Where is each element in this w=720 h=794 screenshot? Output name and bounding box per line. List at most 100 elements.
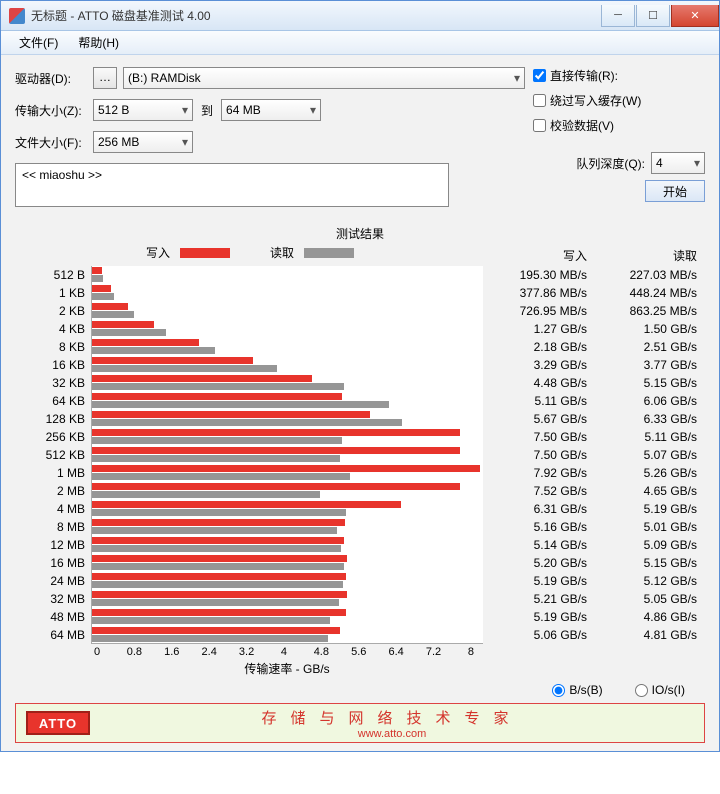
read-value: 5.05 GB/s <box>595 590 697 608</box>
bar-row <box>92 554 483 572</box>
write-value: 5.21 GB/s <box>485 590 587 608</box>
legend-read: 读取 <box>270 244 354 261</box>
read-value: 5.12 GB/s <box>595 572 697 590</box>
read-bar <box>92 563 344 570</box>
write-bar <box>92 303 128 310</box>
read-value: 4.65 GB/s <box>595 482 697 500</box>
read-value: 863.25 MB/s <box>595 302 697 320</box>
menu-help[interactable]: 帮助(H) <box>68 32 129 53</box>
radio-bytes[interactable]: B/s(B) <box>552 683 602 697</box>
legend-write: 写入 <box>146 244 230 261</box>
write-value: 5.20 GB/s <box>485 554 587 572</box>
read-bar <box>92 401 389 408</box>
close-button[interactable]: ✕ <box>671 5 719 27</box>
y-label: 48 MB <box>15 608 89 626</box>
read-value: 5.19 GB/s <box>595 500 697 518</box>
bypass-cache-checkbox[interactable]: 绕过写入缓存(W) <box>533 92 705 109</box>
drive-label: 驱动器(D): <box>15 70 93 87</box>
read-value: 5.26 GB/s <box>595 464 697 482</box>
write-bar <box>92 465 480 472</box>
bar-row <box>92 572 483 590</box>
bar-row <box>92 302 483 320</box>
bar-row <box>92 536 483 554</box>
bar-row <box>92 428 483 446</box>
bar-row <box>92 626 483 644</box>
read-value: 5.11 GB/s <box>595 428 697 446</box>
footer-url: www.atto.com <box>90 728 694 740</box>
y-label: 4 MB <box>15 500 89 518</box>
write-value: 5.11 GB/s <box>485 392 587 410</box>
write-bar <box>92 627 340 634</box>
write-value: 7.50 GB/s <box>485 428 587 446</box>
bar-row <box>92 266 483 284</box>
write-bar <box>92 357 253 364</box>
write-value: 3.29 GB/s <box>485 356 587 374</box>
bar-row <box>92 392 483 410</box>
read-value: 1.50 GB/s <box>595 320 697 338</box>
read-bar <box>92 311 134 318</box>
xfer-from-select[interactable]: 512 B <box>93 99 193 121</box>
read-value: 5.01 GB/s <box>595 518 697 536</box>
read-value: 4.86 GB/s <box>595 608 697 626</box>
y-label: 512 B <box>15 266 89 284</box>
write-value: 4.48 GB/s <box>485 374 587 392</box>
menu-file[interactable]: 文件(F) <box>9 32 68 53</box>
write-bar <box>92 519 345 526</box>
filesize-select[interactable]: 256 MB <box>93 131 193 153</box>
write-value: 377.86 MB/s <box>485 284 587 302</box>
write-value: 5.06 GB/s <box>485 626 587 644</box>
bar-row <box>92 500 483 518</box>
read-bar <box>92 473 350 480</box>
bar-row <box>92 608 483 626</box>
bar-row <box>92 284 483 302</box>
window-title: 无标题 - ATTO 磁盘基准测试 4.00 <box>31 7 600 24</box>
bar-row <box>92 320 483 338</box>
direct-io-checkbox[interactable]: 直接传输(R): <box>533 67 705 84</box>
read-bar <box>92 491 320 498</box>
footer-slogan: 存储与网络技术专家 <box>90 707 694 728</box>
write-bar <box>92 609 346 616</box>
queue-depth-select[interactable]: 4 <box>651 152 705 174</box>
description-textarea[interactable] <box>15 163 449 207</box>
radio-ios[interactable]: IO/s(I) <box>635 683 685 697</box>
atto-logo: ATTO <box>26 711 90 735</box>
xfer-label: 传输大小(Z): <box>15 102 93 119</box>
write-value: 5.14 GB/s <box>485 536 587 554</box>
xfer-to-select[interactable]: 64 MB <box>221 99 321 121</box>
y-label: 24 MB <box>15 572 89 590</box>
verify-data-checkbox[interactable]: 校验数据(V) <box>533 117 705 134</box>
y-label: 2 MB <box>15 482 89 500</box>
bar-row <box>92 518 483 536</box>
minimize-button[interactable]: ─ <box>601 5 635 27</box>
write-bar <box>92 573 346 580</box>
y-label: 32 KB <box>15 374 89 392</box>
y-label: 8 KB <box>15 338 89 356</box>
y-label: 16 MB <box>15 554 89 572</box>
read-value: 5.09 GB/s <box>595 536 697 554</box>
read-bar <box>92 329 166 336</box>
col-write-header: 写入 <box>485 247 595 264</box>
start-button[interactable]: 开始 <box>645 180 705 202</box>
y-label: 4 KB <box>15 320 89 338</box>
y-label: 16 KB <box>15 356 89 374</box>
bar-row <box>92 338 483 356</box>
titlebar[interactable]: 无标题 - ATTO 磁盘基准测试 4.00 ─ ☐ ✕ <box>1 1 719 31</box>
y-label: 128 KB <box>15 410 89 428</box>
read-value: 6.06 GB/s <box>595 392 697 410</box>
write-bar <box>92 483 460 490</box>
bar-row <box>92 464 483 482</box>
write-bar <box>92 267 102 274</box>
write-bar <box>92 411 370 418</box>
read-bar <box>92 545 341 552</box>
maximize-button[interactable]: ☐ <box>636 5 670 27</box>
to-label: 到 <box>193 102 221 119</box>
read-bar <box>92 293 114 300</box>
browse-button[interactable]: … <box>93 67 117 89</box>
y-label: 64 KB <box>15 392 89 410</box>
queue-depth-label: 队列深度(Q): <box>533 155 651 172</box>
write-bar <box>92 591 347 598</box>
write-bar <box>92 501 401 508</box>
drive-select[interactable]: (B:) RAMDisk <box>123 67 525 89</box>
write-bar <box>92 555 347 562</box>
read-bar <box>92 527 337 534</box>
